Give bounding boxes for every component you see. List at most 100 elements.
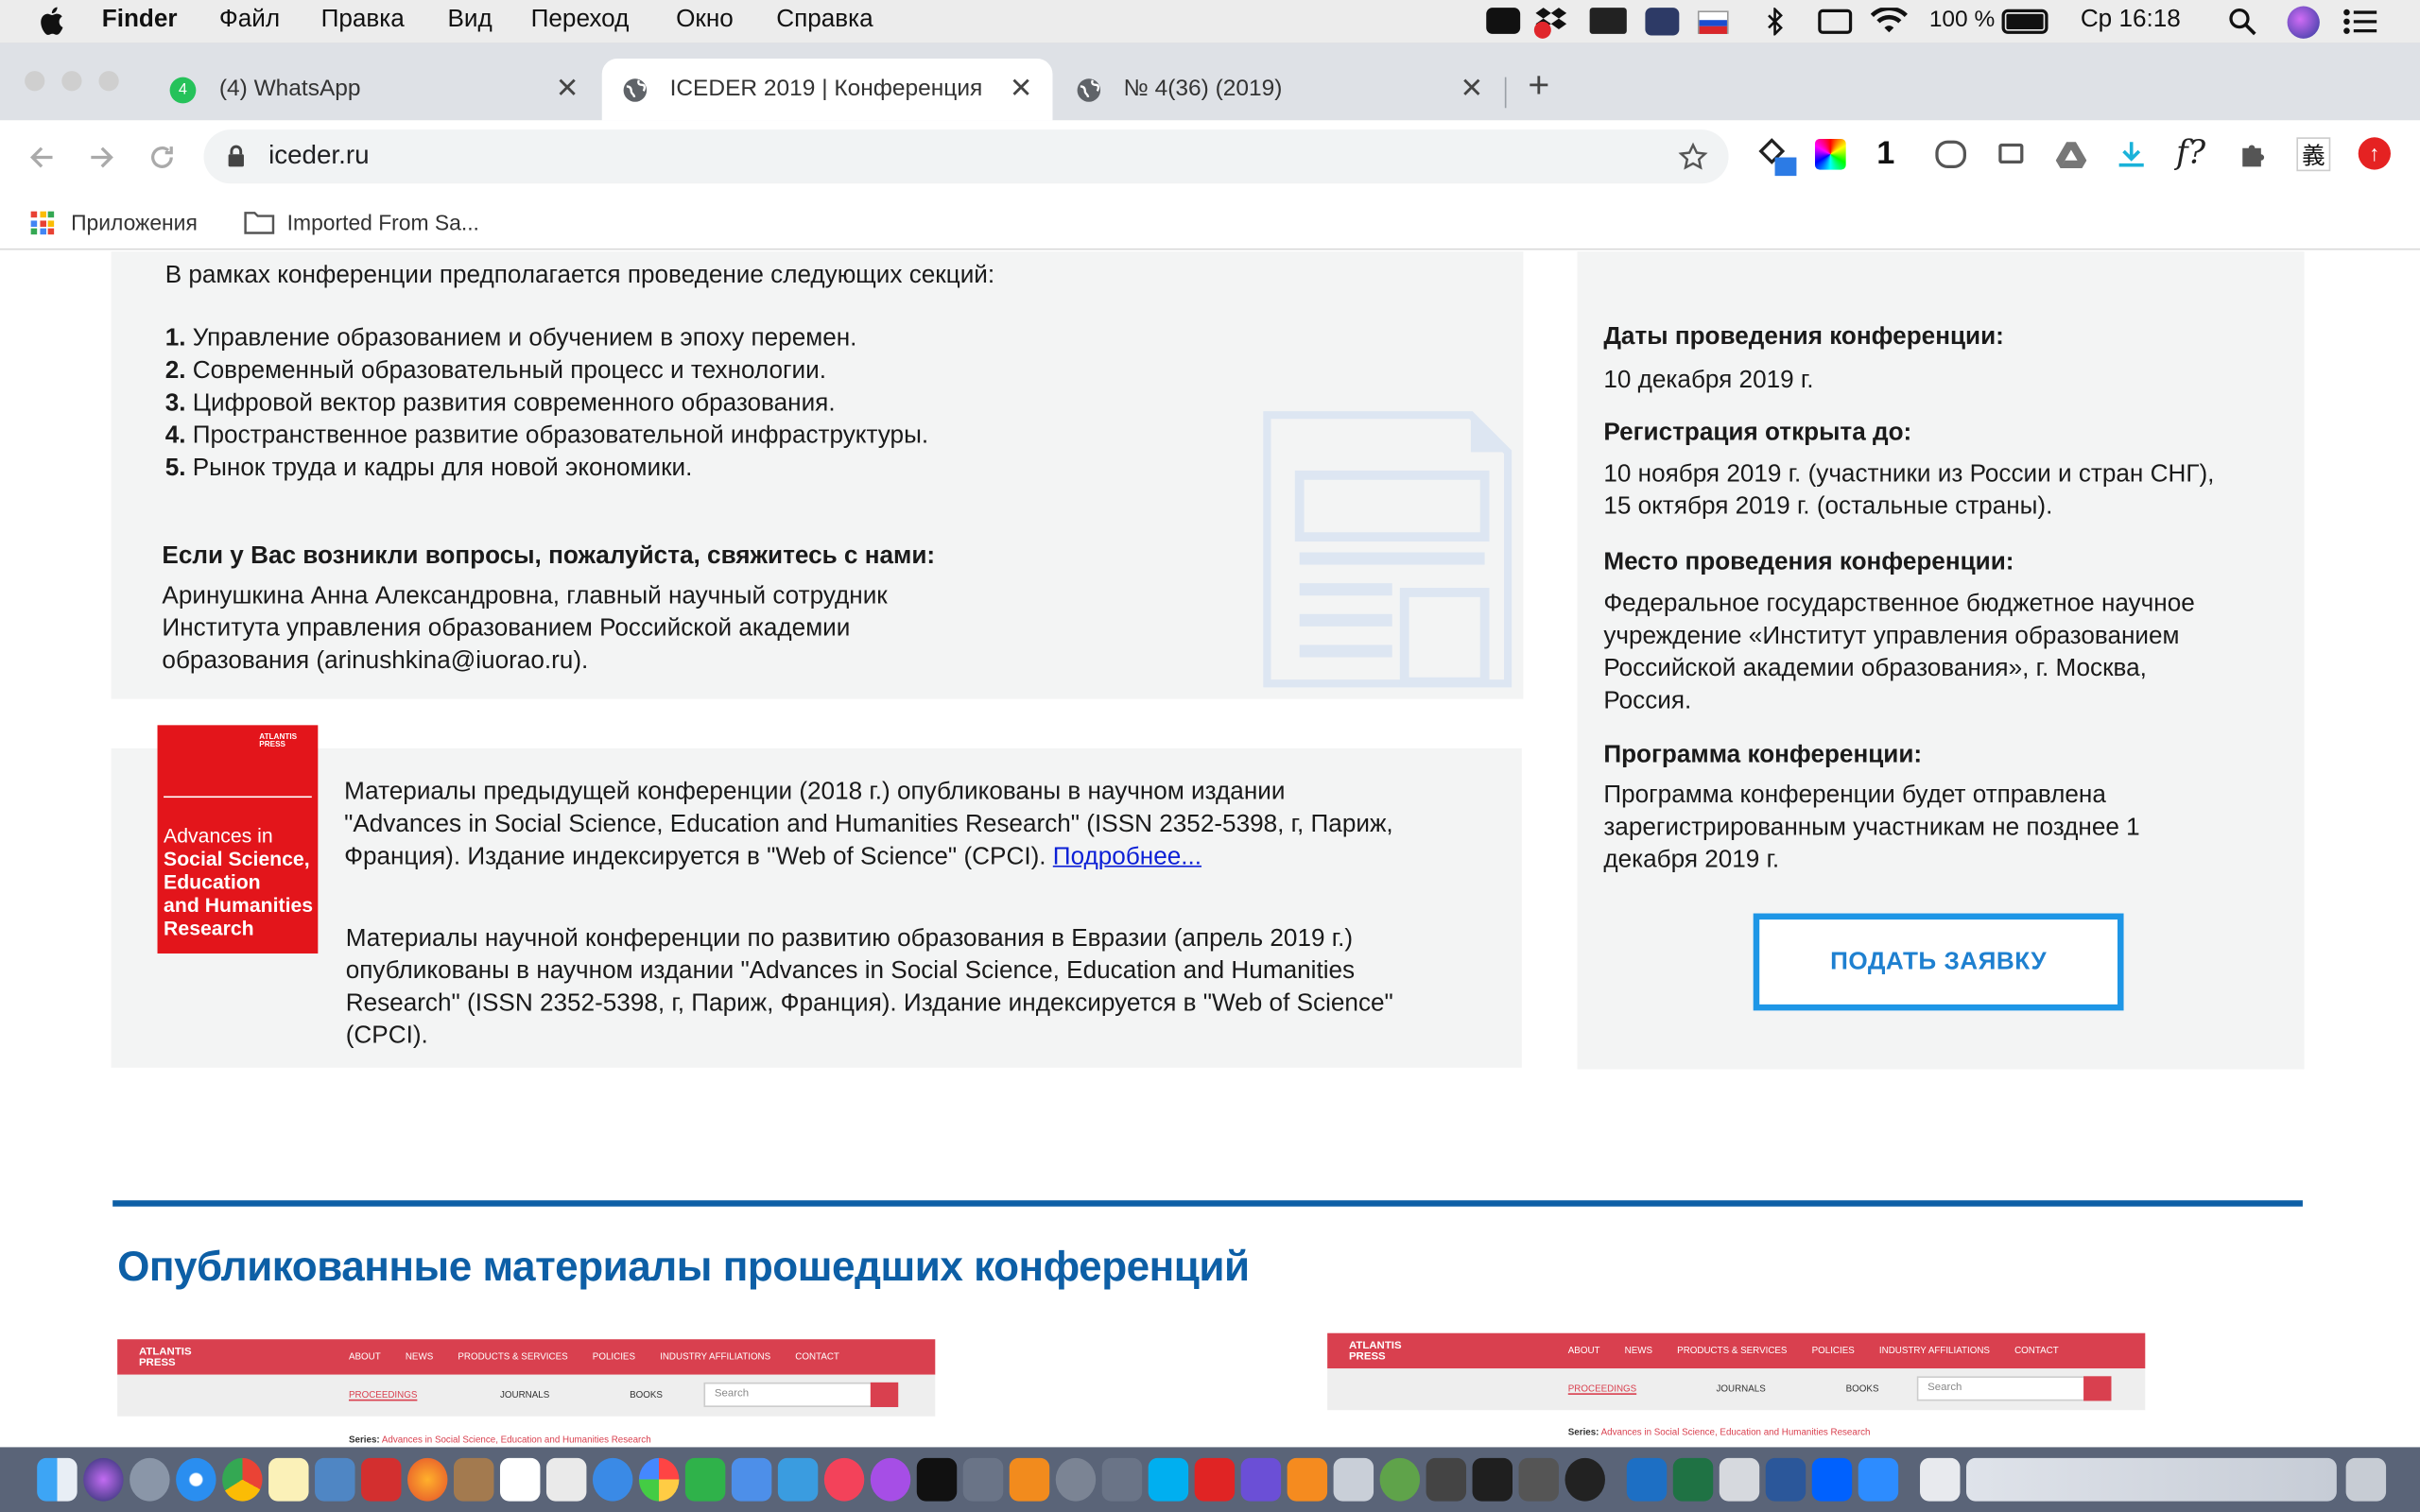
chrome-icon[interactable]: [222, 1457, 263, 1502]
tab-whatsapp[interactable]: 4 (4) WhatsApp ✕: [151, 59, 598, 120]
zoom-dock-icon[interactable]: [1858, 1457, 1899, 1502]
window-minimize-button[interactable]: [61, 71, 82, 92]
spotlight-search-icon[interactable]: [2229, 8, 2256, 36]
preview-icon[interactable]: [315, 1457, 355, 1502]
unknown-app-icon[interactable]: [962, 1457, 1004, 1502]
tab-close-icon[interactable]: ✕: [556, 73, 579, 105]
vlc-icon[interactable]: [1287, 1457, 1328, 1502]
siri-icon[interactable]: [2287, 6, 2320, 39]
safari-icon[interactable]: [176, 1457, 216, 1502]
file-manager-icon[interactable]: [1719, 1457, 1760, 1502]
apply-button[interactable]: ПОДАТЬ ЗАЯВКУ: [1753, 913, 2124, 1011]
url-text[interactable]: iceder.ru: [268, 141, 369, 172]
trash-icon[interactable]: [2345, 1457, 2387, 1502]
bluetooth-icon[interactable]: [1766, 8, 1785, 36]
apple-icon[interactable]: [39, 7, 65, 36]
system-preferences-icon[interactable]: [1055, 1457, 1097, 1502]
calendar-icon[interactable]: [499, 1457, 541, 1502]
more-link[interactable]: Подробнее...: [1053, 844, 1201, 870]
menu-clock[interactable]: Ср 16:18: [2081, 7, 2181, 34]
reload-icon[interactable]: [147, 142, 178, 173]
utility-app-icon[interactable]: [1333, 1457, 1374, 1502]
menu-view[interactable]: Вид: [447, 7, 492, 34]
proceedings-screenshot-2[interactable]: ATLANTIS PRESS ABOUT NEWS PRODUCTS & SERVI…: [1327, 1332, 2146, 1448]
word-icon[interactable]: [1765, 1457, 1806, 1502]
address-bar[interactable]: iceder.ru: [203, 129, 1729, 184]
notes-icon[interactable]: [268, 1457, 309, 1502]
extension-screen-icon[interactable]: [1998, 143, 2024, 164]
download-extension-icon[interactable]: [2116, 139, 2147, 170]
contacts-icon[interactable]: [453, 1457, 494, 1502]
window-close-button[interactable]: [25, 71, 45, 92]
lock-icon[interactable]: [227, 145, 246, 167]
menu-go[interactable]: Переход: [531, 7, 630, 34]
battery-icon[interactable]: [2001, 9, 2048, 34]
menu-file[interactable]: Файл: [219, 7, 280, 34]
pycharm-icon[interactable]: [1472, 1457, 1512, 1502]
extension-link-icon[interactable]: [1935, 140, 1966, 168]
forward-icon[interactable]: [86, 142, 117, 173]
dropbox-dock-icon[interactable]: [1811, 1457, 1853, 1502]
menu-window[interactable]: Окно: [676, 7, 734, 34]
firefox-icon[interactable]: [407, 1457, 448, 1502]
palette-extension-icon[interactable]: [1814, 138, 1846, 170]
font-finder-extension-icon[interactable]: f?: [2176, 134, 2205, 171]
reminders-icon[interactable]: [545, 1457, 587, 1502]
dictionary-extension-icon[interactable]: 義: [2296, 137, 2331, 172]
atlantis-nav-item: POLICIES: [1811, 1347, 1855, 1357]
tab-iceder[interactable]: ICEDER 2019 | Конференция п ✕: [601, 59, 1053, 121]
unknown-app-icon[interactable]: [1101, 1457, 1143, 1502]
menu-help[interactable]: Справка: [776, 7, 873, 34]
books-icon[interactable]: [1009, 1457, 1050, 1502]
color-picker-extension-icon[interactable]: [1758, 138, 1797, 177]
window-zoom-button[interactable]: [98, 71, 119, 92]
bookmark-apps[interactable]: Приложения: [71, 210, 198, 234]
proceedings-screenshot-1[interactable]: ATLANTIS PRESS ABOUT NEWS PRODUCTS & SERVI…: [117, 1339, 936, 1448]
finder-icon[interactable]: [37, 1457, 78, 1502]
globe-app-icon[interactable]: [1379, 1457, 1421, 1502]
wifi-icon[interactable]: [1870, 8, 1908, 35]
music-player-icon[interactable]: [1564, 1457, 1605, 1502]
recent-documents-stack[interactable]: [1966, 1457, 2337, 1502]
tab-close-icon[interactable]: ✕: [1460, 73, 1483, 105]
launchpad-icon[interactable]: [130, 1457, 170, 1502]
apps-grid-icon[interactable]: [30, 211, 55, 235]
terminal-icon[interactable]: [1426, 1457, 1467, 1502]
dropbox-icon[interactable]: [1533, 7, 1568, 39]
keynote-icon[interactable]: [777, 1457, 819, 1502]
siri-icon[interactable]: [83, 1457, 124, 1502]
menu-app-finder[interactable]: Finder: [102, 7, 178, 34]
google-drive-icon[interactable]: [2055, 141, 2087, 168]
imovie-icon[interactable]: [1240, 1457, 1282, 1502]
bookmark-star-icon[interactable]: [1678, 142, 1709, 173]
input-source-ru-icon[interactable]: [1697, 10, 1729, 34]
express-vpn-icon[interactable]: [1194, 1457, 1236, 1502]
tab-journal[interactable]: № 4(36) (2019) ✕: [1056, 59, 1500, 120]
memory-icon[interactable]: [1818, 9, 1853, 34]
excel-icon[interactable]: [1672, 1457, 1714, 1502]
extensions-puzzle-icon[interactable]: [2238, 139, 2269, 170]
control-center-icon[interactable]: [2342, 8, 2377, 35]
update-arrow-icon[interactable]: ↑: [2358, 137, 2391, 170]
tab-close-icon[interactable]: ✕: [1010, 73, 1033, 105]
camera-app-icon[interactable]: [1518, 1457, 1559, 1502]
back-icon[interactable]: [26, 142, 58, 173]
document-icon[interactable]: [1920, 1457, 1961, 1502]
extension-one-icon[interactable]: 1: [1876, 136, 1894, 173]
skype-icon[interactable]: [1148, 1457, 1189, 1502]
messages-icon[interactable]: [592, 1457, 633, 1502]
music-icon[interactable]: [823, 1457, 865, 1502]
telegram-icon[interactable]: [1626, 1457, 1668, 1502]
menu-edit[interactable]: Правка: [321, 7, 405, 34]
bookmark-folder-imported[interactable]: Imported From Sa...: [287, 210, 479, 234]
printer-app-icon[interactable]: [361, 1457, 402, 1502]
photos-icon[interactable]: [638, 1457, 680, 1502]
vpn-icon[interactable]: [1645, 8, 1680, 36]
zoom-icon[interactable]: [1486, 8, 1521, 34]
presentation-icon[interactable]: [1589, 8, 1627, 34]
app-store-icon[interactable]: [731, 1457, 772, 1502]
new-tab-icon[interactable]: +: [1528, 65, 1549, 109]
tv-icon[interactable]: [916, 1457, 958, 1502]
podcasts-icon[interactable]: [870, 1457, 911, 1502]
facetime-icon[interactable]: [684, 1457, 726, 1502]
